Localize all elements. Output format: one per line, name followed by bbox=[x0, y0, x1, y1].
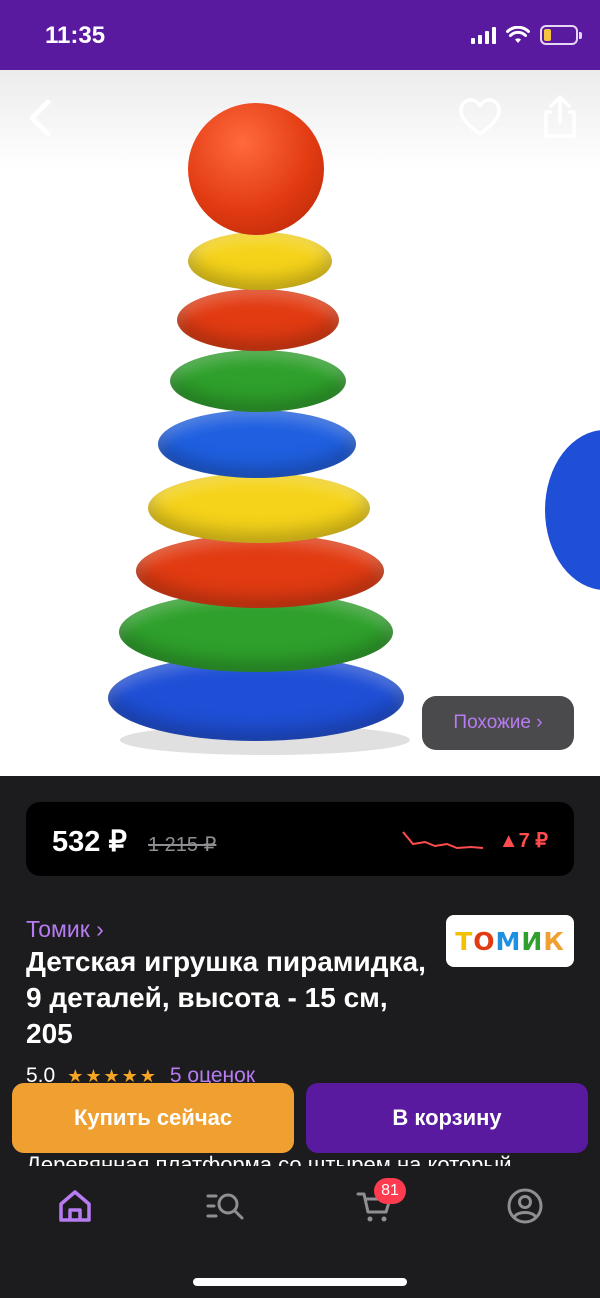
status-bar: 11:35 bbox=[0, 0, 600, 70]
favorite-button[interactable] bbox=[458, 96, 502, 140]
back-button[interactable] bbox=[22, 96, 62, 140]
ring-6 bbox=[148, 473, 370, 543]
brand-logo[interactable]: ТОМИК bbox=[446, 915, 574, 967]
ring-3 bbox=[177, 289, 339, 351]
ring-2 bbox=[188, 232, 332, 290]
share-button[interactable] bbox=[538, 94, 582, 140]
battery-icon bbox=[540, 25, 582, 45]
next-image-peek bbox=[545, 430, 600, 590]
chevron-left-icon bbox=[29, 99, 51, 137]
product-gallery[interactable]: Похожие › bbox=[0, 70, 600, 776]
heart-icon bbox=[459, 98, 501, 136]
ring-5 bbox=[158, 410, 356, 478]
status-time: 11:35 bbox=[45, 22, 106, 49]
share-icon bbox=[544, 95, 576, 138]
add-to-cart-button[interactable]: В корзину bbox=[306, 1083, 588, 1153]
cart-count-badge: 81 bbox=[374, 1178, 406, 1204]
tab-profile[interactable] bbox=[505, 1186, 545, 1226]
old-price: 1 215 ₽ bbox=[148, 834, 217, 856]
buy-now-button[interactable]: Купить сейчас bbox=[12, 1083, 294, 1153]
ring-7 bbox=[136, 534, 384, 608]
price-card[interactable]: 532 ₽ 1 215 ₽ ▲7 ₽ bbox=[26, 802, 574, 876]
home-indicator[interactable] bbox=[193, 1278, 407, 1286]
ring-4 bbox=[170, 350, 346, 412]
tab-catalog[interactable] bbox=[206, 1186, 246, 1226]
tab-home[interactable] bbox=[55, 1186, 95, 1226]
catalog-search-icon bbox=[206, 1193, 244, 1220]
price-change: ▲7 ₽ bbox=[498, 830, 548, 852]
home-icon bbox=[59, 1190, 91, 1222]
wifi-icon bbox=[506, 26, 530, 43]
profile-icon bbox=[507, 1188, 543, 1224]
signal-icon bbox=[471, 26, 496, 44]
brand-logo-text: ТОМИК bbox=[455, 926, 565, 956]
price-history-graph bbox=[402, 831, 484, 850]
status-icons bbox=[471, 25, 582, 45]
similar-products-button[interactable]: Похожие › bbox=[422, 696, 574, 750]
brand-link[interactable]: Томик › bbox=[26, 916, 104, 943]
tab-bar: 81 bbox=[0, 1166, 600, 1298]
top-ball bbox=[188, 103, 324, 235]
product-title: Детская игрушка пирамидка, 9 деталей, вы… bbox=[26, 946, 426, 1049]
current-price: 532 ₽ bbox=[52, 826, 127, 858]
